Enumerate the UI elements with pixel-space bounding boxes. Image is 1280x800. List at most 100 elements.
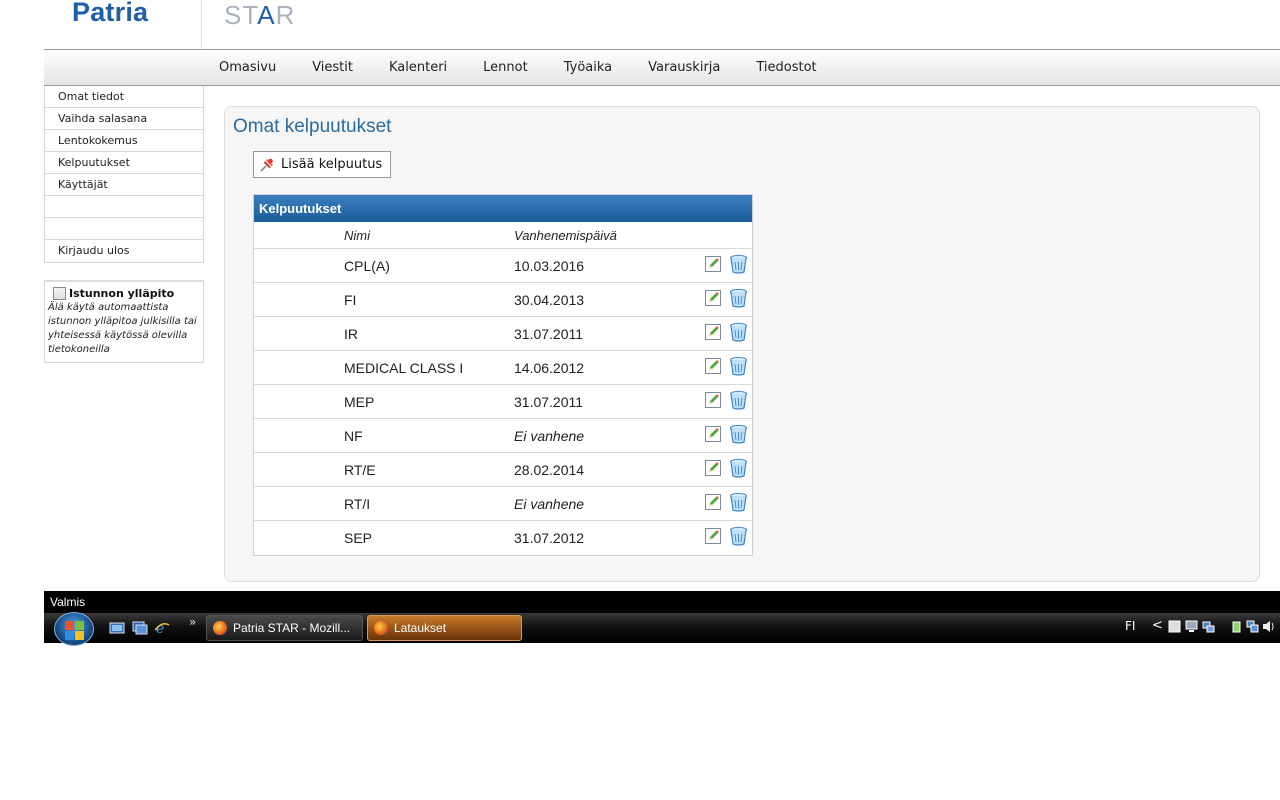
- edit-icon[interactable]: [705, 256, 721, 272]
- qualification-expiry: 31.07.2011: [514, 326, 584, 342]
- qualification-expiry: Ei vanhene: [514, 496, 585, 512]
- firefox-downloads-icon: [374, 621, 388, 635]
- delete-trash-icon[interactable]: [729, 492, 748, 512]
- edit-icon[interactable]: [705, 528, 721, 544]
- table-column-headers: Nimi Vanhenemispäivä: [254, 222, 752, 249]
- quicklaunch-more-icon[interactable]: »: [189, 615, 196, 629]
- nav-varauskirja[interactable]: Varauskirja: [648, 60, 720, 75]
- table-row: RT/I Ei vanhene: [254, 487, 752, 521]
- qualification-name: IR: [344, 326, 358, 342]
- firefox-icon: [213, 621, 227, 635]
- windows-taskbar: e » Patria STAR - Mozill... Lataukset FI…: [44, 612, 1280, 646]
- table-row: IR 31.07.2011: [254, 317, 752, 351]
- table-row: CPL(A) 10.03.2016: [254, 249, 752, 283]
- edit-icon[interactable]: [705, 426, 721, 442]
- sidebar-item-kirjaudu-ulos[interactable]: Kirjaudu ulos: [45, 240, 203, 262]
- tray-network-activity-icon[interactable]: [1202, 620, 1215, 633]
- sidebar-item-lentokokemus[interactable]: Lentokokemus: [45, 130, 203, 152]
- edit-icon[interactable]: [705, 358, 721, 374]
- qualification-expiry: 14.06.2012: [514, 360, 585, 376]
- qualification-expiry: 10.03.2016: [514, 258, 585, 274]
- star-logo-prefix: ST: [224, 0, 258, 30]
- start-button[interactable]: [54, 612, 94, 646]
- nav-lennot[interactable]: Lennot: [483, 60, 528, 75]
- qualification-expiry: 31.07.2012: [514, 530, 585, 546]
- qualification-name: SEP: [344, 530, 373, 546]
- table-row: NF Ei vanhene: [254, 419, 752, 453]
- session-keepalive-description: Älä käytä automaattista istunnon ylläpit…: [48, 302, 197, 355]
- table-row: RT/E 28.02.2014: [254, 453, 752, 487]
- qualifications-table: Kelpuutukset Nimi Vanhenemispäivä CPL(A)…: [253, 194, 753, 556]
- edit-icon[interactable]: [705, 392, 721, 408]
- star-logo-accent: A: [257, 0, 276, 30]
- nav-viestit[interactable]: Viestit: [312, 60, 353, 75]
- nav-kalenteri[interactable]: Kalenteri: [389, 60, 447, 75]
- edit-icon[interactable]: [705, 290, 721, 306]
- page-title: Omat kelpuutukset: [233, 116, 392, 137]
- qualification-expiry: 30.04.2013: [514, 292, 585, 308]
- show-desktop-icon[interactable]: [109, 621, 125, 635]
- qualification-name: RT/I: [344, 496, 371, 512]
- taskbar-button-firefox[interactable]: Patria STAR - Mozill...: [206, 615, 363, 641]
- qualification-name: RT/E: [344, 462, 376, 478]
- sidebar-item-kayttajat[interactable]: Käyttäjät: [45, 174, 203, 196]
- edit-icon[interactable]: [705, 460, 721, 476]
- pushpin-icon: [258, 156, 276, 174]
- main-panel: Omat kelpuutukset Lisää kelpuutus Kelpuu…: [224, 106, 1260, 582]
- star-logo: STAR: [224, 0, 295, 31]
- qualification-name: MEDICAL CLASS I: [344, 360, 464, 376]
- taskbar-button-firefox-label: Patria STAR - Mozill...: [233, 621, 351, 635]
- session-keepalive-title: Istunnon ylläpito: [69, 287, 175, 300]
- nav-omasivu[interactable]: Omasivu: [219, 60, 276, 75]
- star-logo-suffix: R: [275, 0, 296, 30]
- taskbar-button-downloads-label: Lataukset: [394, 621, 447, 635]
- header-divider: [201, 0, 202, 50]
- internet-explorer-icon[interactable]: e: [154, 621, 170, 635]
- session-keepalive-checkbox[interactable]: [53, 287, 66, 300]
- add-qualification-label: Lisää kelpuutus: [281, 157, 383, 172]
- delete-trash-icon[interactable]: [729, 458, 748, 478]
- top-navigation: Omasivu Viestit Kalenteri Lennot Työaika…: [44, 49, 1280, 86]
- delete-trash-icon[interactable]: [729, 390, 748, 410]
- table-row: SEP 31.07.2012: [254, 521, 752, 555]
- app-header: Patria STAR: [44, 0, 1280, 50]
- tray-expand-icon[interactable]: <: [1152, 618, 1163, 633]
- qualification-name: NF: [344, 428, 363, 444]
- table-row: FI 30.04.2013: [254, 283, 752, 317]
- add-qualification-button[interactable]: Lisää kelpuutus: [253, 151, 392, 178]
- delete-trash-icon[interactable]: [729, 356, 748, 376]
- language-indicator[interactable]: FI: [1125, 619, 1135, 633]
- patria-logo[interactable]: Patria: [72, 0, 148, 28]
- qualification-name: FI: [344, 292, 357, 308]
- edit-icon[interactable]: [705, 494, 721, 510]
- tray-monitor-icon[interactable]: [1185, 620, 1198, 633]
- delete-trash-icon[interactable]: [729, 424, 748, 444]
- tray-power-icon[interactable]: [1230, 620, 1243, 633]
- sidebar-menu: Omat tiedot Vaihda salasana Lentokokemus…: [44, 86, 204, 263]
- delete-trash-icon[interactable]: [729, 526, 748, 546]
- column-header-name: Nimi: [344, 228, 370, 243]
- sidebar-item-kelpuutukset[interactable]: Kelpuutukset: [45, 152, 203, 174]
- qualification-name: CPL(A): [344, 258, 390, 274]
- delete-trash-icon[interactable]: [729, 254, 748, 274]
- table-row: MEP 31.07.2011: [254, 385, 752, 419]
- qualification-expiry: 31.07.2011: [514, 394, 584, 410]
- delete-trash-icon[interactable]: [729, 322, 748, 342]
- sidebar-item-omat-tiedot[interactable]: Omat tiedot: [45, 86, 203, 108]
- session-keepalive-box: Istunnon ylläpito Älä käytä automaattist…: [44, 280, 204, 363]
- taskbar-button-downloads[interactable]: Lataukset: [367, 615, 522, 641]
- qualification-name: MEP: [344, 394, 375, 410]
- nav-tyoaika[interactable]: Työaika: [564, 60, 612, 75]
- edit-icon[interactable]: [705, 324, 721, 340]
- tray-volume-icon[interactable]: [1262, 620, 1275, 633]
- sidebar-item-empty-2: [45, 218, 203, 240]
- system-tray: FI <: [1115, 613, 1280, 643]
- sidebar-item-vaihda-salasana[interactable]: Vaihda salasana: [45, 108, 203, 130]
- table-title: Kelpuutukset: [254, 195, 752, 222]
- tray-app-icon[interactable]: [1168, 620, 1181, 633]
- table-row: MEDICAL CLASS I 14.06.2012: [254, 351, 752, 385]
- tray-network-icon[interactable]: [1246, 620, 1259, 633]
- switch-windows-icon[interactable]: [132, 621, 148, 635]
- nav-tiedostot[interactable]: Tiedostot: [756, 60, 816, 75]
- delete-trash-icon[interactable]: [729, 288, 748, 308]
